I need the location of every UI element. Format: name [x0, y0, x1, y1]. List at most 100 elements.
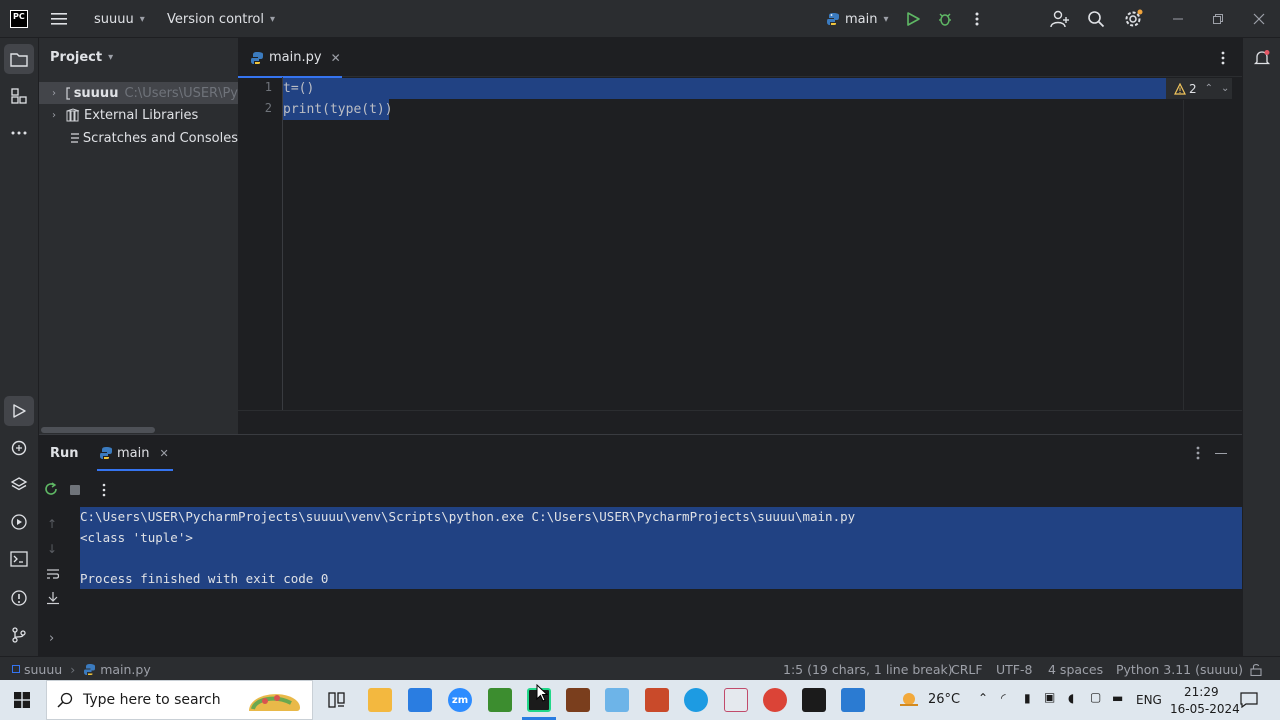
run-config-label: main: [845, 11, 878, 27]
horizontal-scrollbar[interactable]: [41, 427, 155, 433]
code-line-1[interactable]: t=(): [283, 78, 314, 99]
volume-icon[interactable]: ◖: [1068, 691, 1074, 705]
arrow-down-icon[interactable]: ↓: [47, 542, 57, 556]
line-ending[interactable]: CRLF: [951, 657, 983, 681]
wifi-icon[interactable]: ◜: [1001, 691, 1006, 705]
chevron-right-icon[interactable]: ›: [49, 631, 54, 646]
battery-icon[interactable]: ▬: [1112, 691, 1123, 705]
notification-center-button[interactable]: [1240, 692, 1258, 708]
more-actions-button[interactable]: [970, 0, 984, 38]
bug-icon: [939, 13, 951, 26]
rerun-button[interactable]: [43, 481, 59, 497]
search-everywhere-button[interactable]: [1087, 0, 1105, 38]
weather-icon[interactable]: [898, 690, 920, 710]
weather-temperature[interactable]: 26°C: [928, 692, 960, 707]
spreadsheet-app-icon[interactable]: [488, 688, 512, 712]
start-button[interactable]: [14, 692, 30, 708]
main-menu-button[interactable]: [50, 0, 68, 38]
chevron-down-icon[interactable]: ⌄: [1221, 83, 1229, 94]
project-widget[interactable]: suuuu ▾: [94, 0, 145, 38]
app-logo[interactable]: PC: [10, 0, 28, 38]
sun-haze-icon: [900, 693, 918, 706]
python-interpreter[interactable]: Python 3.11 (suuuu): [1116, 657, 1243, 681]
python-packages-button[interactable]: [4, 433, 34, 463]
close-tab-icon[interactable]: ✕: [159, 447, 168, 460]
restore-button[interactable]: [1212, 0, 1224, 38]
structure-tool-button[interactable]: [4, 81, 34, 111]
zoom-icon[interactable]: zm: [448, 688, 472, 712]
tab-options-button[interactable]: [1216, 50, 1230, 66]
microphone-icon[interactable]: ▮: [1024, 691, 1031, 705]
input-language[interactable]: ENG: [1136, 693, 1162, 707]
services-tool-button[interactable]: [4, 507, 34, 537]
more-tools-button[interactable]: [4, 118, 34, 148]
run-panel-options-button[interactable]: [1191, 445, 1205, 461]
close-tab-icon[interactable]: ✕: [331, 51, 341, 65]
terminal-tool-button[interactable]: [4, 544, 34, 574]
project-panel-header[interactable]: Project ▾: [50, 50, 113, 65]
caret-position[interactable]: 1:5 (19 chars, 1 line break): [783, 657, 953, 681]
code-with-me-button[interactable]: [1050, 0, 1070, 38]
powerpoint-icon[interactable]: [645, 688, 669, 712]
tree-item-project-root[interactable]: › suuuu C:\Users\USER\Py: [39, 82, 238, 104]
warning-circle-icon: [11, 590, 27, 606]
hamburger-icon: [51, 13, 67, 25]
file-encoding[interactable]: UTF-8: [996, 657, 1032, 681]
settings-button[interactable]: [1124, 0, 1144, 38]
stop-icon[interactable]: [70, 485, 80, 495]
terminal-icon[interactable]: [802, 688, 826, 712]
file-explorer-icon[interactable]: [368, 688, 392, 712]
gutter-divider: [282, 77, 283, 410]
tree-item-path: C:\Users\USER\Py: [124, 85, 238, 101]
app-icon[interactable]: [605, 688, 629, 712]
vscode-icon[interactable]: [841, 688, 865, 712]
editor-tab-main-py[interactable]: main.py ✕: [238, 38, 342, 78]
app-icon[interactable]: [724, 688, 748, 712]
taskbar-search-box[interactable]: Type here to search: [46, 680, 313, 720]
project-tool-button[interactable]: [4, 44, 34, 74]
chrome-icon[interactable]: [763, 688, 787, 712]
app-icon[interactable]: [566, 688, 590, 712]
network-icon[interactable]: ▢: [1090, 690, 1101, 704]
chevron-up-icon[interactable]: ⌃: [1205, 83, 1213, 94]
task-view-button[interactable]: [327, 690, 347, 710]
soft-wrap-button[interactable]: [46, 568, 60, 580]
run-tab-main[interactable]: main ✕: [97, 435, 173, 471]
editor-bottom-gap: [238, 410, 1242, 434]
console-output-line[interactable]: Process finished with exit code 0: [80, 569, 328, 590]
file-lock-button[interactable]: [1250, 657, 1262, 681]
inspection-widget[interactable]: 2 ⌃ ⌄: [1166, 78, 1232, 99]
module-icon: [12, 665, 20, 673]
breadcrumb-file[interactable]: main.py: [100, 662, 151, 677]
run-toolbar-more-button[interactable]: [98, 482, 110, 498]
edge-icon[interactable]: [684, 688, 708, 712]
indent-setting[interactable]: 4 spaces: [1048, 657, 1103, 681]
console-output-line[interactable]: <class 'tuple'>: [80, 528, 193, 549]
run-button[interactable]: [905, 0, 921, 38]
clock-time[interactable]: 21:29: [1184, 685, 1219, 699]
problems-tool-button[interactable]: [4, 583, 34, 613]
code-line-2[interactable]: print(type(t)): [283, 99, 393, 120]
layers-tool-button[interactable]: [4, 470, 34, 500]
notifications-button[interactable]: [1247, 43, 1277, 73]
tree-item-external-libraries[interactable]: › External Libraries: [39, 104, 238, 126]
arrow-up-icon[interactable]: ↑: [47, 517, 57, 531]
run-tool-button[interactable]: [4, 396, 34, 426]
console-output-line[interactable]: C:\Users\USER\PycharmProjects\suuuu\venv…: [80, 507, 855, 528]
scroll-to-end-button[interactable]: [46, 591, 60, 605]
close-window-button[interactable]: [1253, 0, 1265, 38]
chevron-down-icon: ▾: [139, 13, 145, 25]
clock-date[interactable]: 16-05-2024: [1170, 702, 1240, 716]
run-config-selector[interactable]: main ▾: [826, 0, 889, 38]
chevron-up-icon[interactable]: ⌃: [978, 691, 988, 705]
hide-panel-icon[interactable]: [1215, 453, 1227, 454]
vcs-widget[interactable]: Version control ▾: [167, 0, 275, 38]
breadcrumb-project[interactable]: suuuu: [24, 662, 62, 677]
git-tool-button[interactable]: [4, 620, 34, 650]
minimize-button[interactable]: [1172, 0, 1184, 38]
display-icon[interactable]: ▣: [1044, 690, 1055, 704]
debug-button[interactable]: [937, 0, 953, 38]
tree-item-scratches[interactable]: Scratches and Consoles: [39, 127, 238, 149]
mail-icon[interactable]: [408, 688, 432, 712]
git-branch-icon: [12, 627, 26, 643]
